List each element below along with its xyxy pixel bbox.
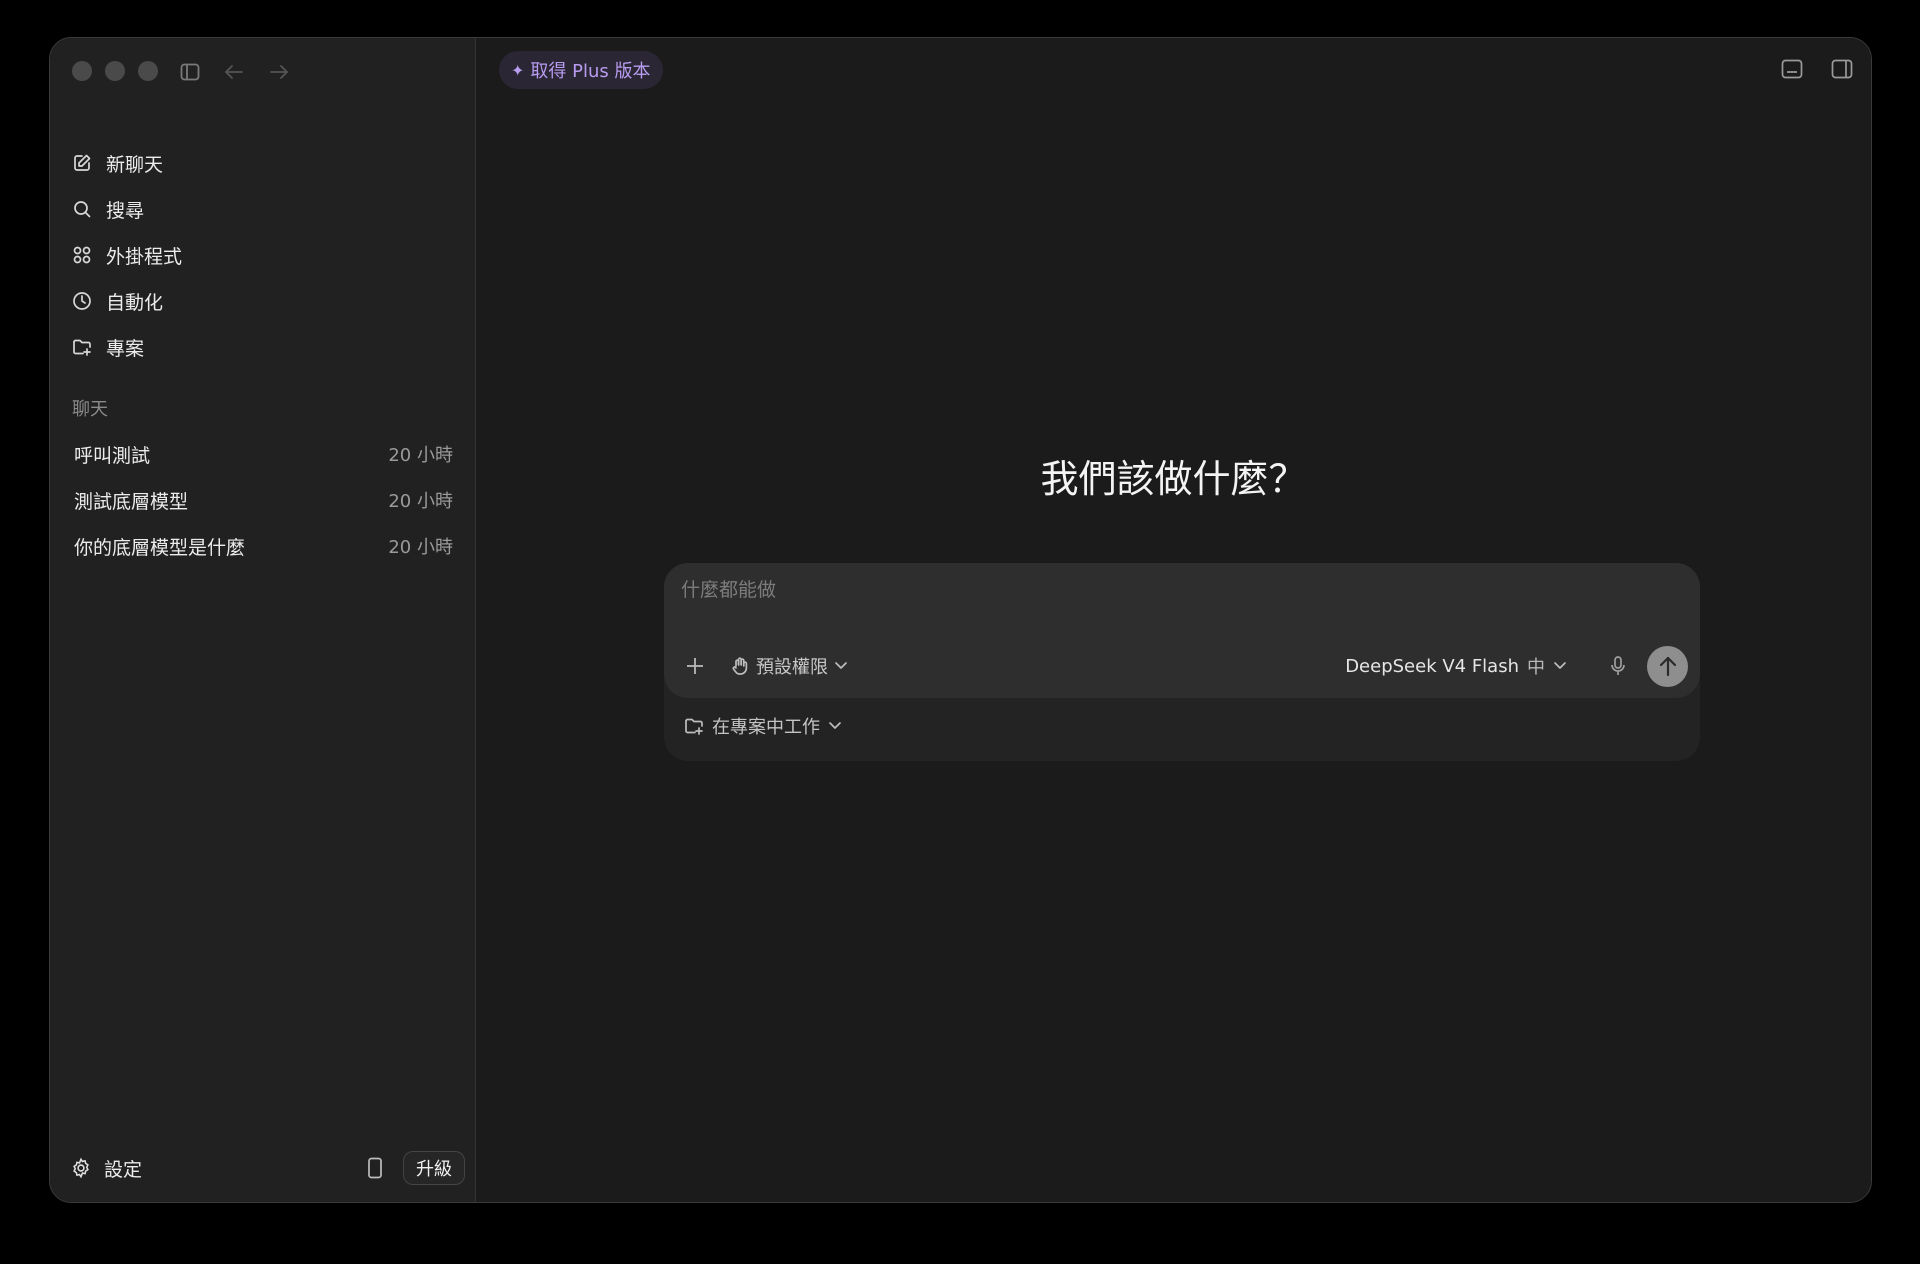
- app-window: 新聊天 搜尋 外掛程式 自動化 專案 聊天 呼叫測試 20 小時 測試底層模型 …: [49, 37, 1872, 1203]
- grid-icon: [73, 246, 91, 264]
- permission-label: 預設權限: [756, 657, 828, 678]
- sidebar-item-plugins[interactable]: 外掛程式: [70, 232, 459, 278]
- plus-icon: [687, 658, 703, 674]
- permission-dropdown[interactable]: 預設權限: [730, 653, 848, 679]
- composer: 預設權限 DeepSeek V4 Flash 中: [664, 563, 1700, 698]
- list-item[interactable]: 你的底層模型是什麼 20 小時: [74, 523, 453, 569]
- model-selector[interactable]: DeepSeek V4 Flash 中: [1345, 653, 1567, 679]
- prompt-input[interactable]: [681, 579, 1581, 601]
- toggle-bottom-panel-icon[interactable]: [1781, 58, 1803, 80]
- microphone-icon[interactable]: [1605, 653, 1631, 679]
- hand-icon: [732, 657, 748, 675]
- window-controls: [72, 61, 158, 81]
- chat-title: 你的底層模型是什麼: [74, 536, 246, 559]
- project-label: 在專案中工作: [712, 717, 820, 738]
- sidebar-item-label: 自動化: [106, 291, 164, 314]
- arrow-right-icon[interactable]: [267, 60, 291, 84]
- folder-plus-icon: [73, 339, 91, 356]
- minimize-window-button[interactable]: [105, 61, 125, 81]
- list-item[interactable]: 呼叫測試 20 小時: [74, 431, 453, 477]
- add-attachment-button[interactable]: [680, 651, 710, 681]
- top-right-controls: [1781, 58, 1853, 80]
- chats-section-title: 聊天: [72, 399, 108, 420]
- chat-list: 呼叫測試 20 小時 測試底層模型 20 小時 你的底層模型是什麼 20 小時: [74, 431, 453, 569]
- list-item[interactable]: 測試底層模型 20 小時: [74, 477, 453, 523]
- work-in-project-dropdown[interactable]: 在專案中工作: [684, 713, 842, 739]
- clock-icon: [73, 292, 91, 310]
- chevron-down-icon: [829, 722, 841, 729]
- gear-icon: [73, 1157, 89, 1179]
- send-button[interactable]: [1647, 645, 1688, 687]
- upgrade-button[interactable]: 升級: [403, 1151, 465, 1185]
- effort-label: 中: [1527, 657, 1545, 678]
- arrow-up-icon: [1659, 656, 1676, 677]
- edit-icon: [74, 154, 91, 171]
- chevron-down-icon: [1554, 662, 1566, 669]
- chat-timestamp: 20 小時: [388, 537, 453, 558]
- settings-button[interactable]: 設定: [70, 1155, 142, 1182]
- search-icon: [74, 201, 91, 218]
- sidebar-nav: 新聊天 搜尋 外掛程式 自動化 專案: [70, 140, 459, 370]
- chevron-down-icon: [835, 662, 847, 669]
- model-label: DeepSeek V4 Flash: [1345, 655, 1519, 677]
- chat-title: 測試底層模型: [74, 490, 189, 513]
- sidebar-item-automation[interactable]: 自動化: [70, 278, 459, 324]
- sidebar-item-label: 新聊天: [106, 153, 164, 176]
- sidebar: 新聊天 搜尋 外掛程式 自動化 專案 聊天 呼叫測試 20 小時 測試底層模型 …: [50, 38, 476, 1202]
- sidebar-footer: 設定 升級: [70, 1150, 465, 1186]
- sidebar-item-label: 外掛程式: [106, 245, 183, 268]
- sidebar-item-label: 搜尋: [106, 199, 145, 222]
- get-plus-button[interactable]: ✦ 取得 Plus 版本: [499, 51, 663, 89]
- phone-icon[interactable]: [363, 1156, 387, 1180]
- arrow-left-icon[interactable]: [222, 60, 246, 84]
- toggle-sidebar-icon[interactable]: [178, 60, 202, 84]
- close-window-button[interactable]: [72, 61, 92, 81]
- chat-timestamp: 20 小時: [388, 491, 453, 512]
- sidebar-item-search[interactable]: 搜尋: [70, 186, 459, 232]
- get-plus-label: 取得 Plus 版本: [530, 61, 651, 82]
- sidebar-item-new-chat[interactable]: 新聊天: [70, 140, 459, 186]
- chat-title: 呼叫測試: [74, 444, 151, 467]
- main-panel: ✦ 取得 Plus 版本 我們該做什麼？ 預設權限: [476, 38, 1871, 1202]
- toggle-right-panel-icon[interactable]: [1831, 58, 1853, 80]
- chat-timestamp: 20 小時: [388, 445, 453, 466]
- page-title: 我們該做什麼？: [1040, 457, 1307, 501]
- folder-plus-icon: [685, 718, 703, 735]
- sparkle-icon: ✦: [511, 60, 525, 80]
- sidebar-item-label: 專案: [106, 337, 145, 360]
- maximize-window-button[interactable]: [138, 61, 158, 81]
- settings-label: 設定: [104, 1158, 143, 1181]
- composer-container: 預設權限 DeepSeek V4 Flash 中: [664, 563, 1700, 761]
- sidebar-item-projects[interactable]: 專案: [70, 324, 459, 370]
- composer-toolbar: 預設權限 DeepSeek V4 Flash 中: [680, 645, 1688, 687]
